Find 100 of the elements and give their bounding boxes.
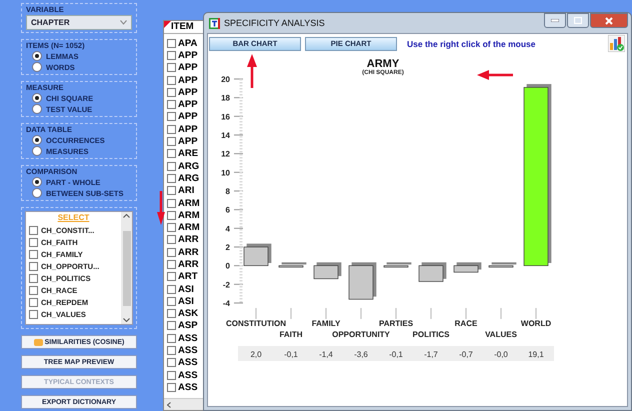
- list-item[interactable]: APP: [178, 111, 198, 122]
- list-item[interactable]: APP: [178, 136, 198, 148]
- radio-button[interactable]: [32, 177, 42, 187]
- radio-button[interactable]: [32, 135, 42, 145]
- checkbox[interactable]: [167, 100, 176, 110]
- value-label: 19,1: [528, 350, 544, 359]
- scroll-thumb[interactable]: [122, 230, 130, 306]
- checkbox[interactable]: [29, 310, 38, 318]
- caret-up-icon: [123, 214, 130, 218]
- value-label: -3,6: [354, 350, 368, 359]
- list-item[interactable]: ASS: [178, 332, 198, 344]
- list-item[interactable]: ASK: [178, 308, 198, 320]
- checkbox[interactable]: [167, 162, 176, 171]
- checkbox[interactable]: [167, 112, 176, 122]
- category-label: POLITICS: [412, 330, 450, 339]
- column-header: ITEM: [171, 21, 194, 32]
- category-label: WORLD: [520, 319, 552, 328]
- checkbox[interactable]: [29, 286, 38, 294]
- list-item[interactable]: ARG: [178, 172, 200, 184]
- list-item[interactable]: ARM: [178, 210, 200, 221]
- checkbox[interactable]: [29, 238, 38, 246]
- checkbox[interactable]: [29, 262, 38, 270]
- list-item[interactable]: ASS: [178, 345, 198, 356]
- list-item[interactable]: APP: [178, 86, 198, 98]
- tick-label: 20: [221, 76, 230, 84]
- checkbox[interactable]: [167, 272, 176, 282]
- list-item[interactable]: ART: [178, 271, 198, 282]
- checkbox[interactable]: [167, 260, 176, 269]
- checkbox[interactable]: [167, 149, 176, 158]
- list-item[interactable]: ARG: [178, 160, 200, 172]
- radio-button[interactable]: [32, 93, 42, 103]
- checkbox[interactable]: [29, 226, 38, 234]
- caret-down-icon: [123, 318, 130, 322]
- checkbox[interactable]: [167, 137, 176, 146]
- glow-icon: [34, 338, 43, 346]
- checkbox[interactable]: [167, 346, 176, 356]
- radio-button[interactable]: [32, 188, 42, 198]
- chart-title: ARMY: [366, 58, 400, 70]
- minimize-icon: [551, 19, 559, 22]
- checkbox[interactable]: [167, 382, 176, 392]
- list-item[interactable]: ARR: [178, 258, 199, 270]
- list-item[interactable]: ARE: [178, 148, 198, 160]
- checkbox[interactable]: [29, 274, 38, 282]
- list-item[interactable]: ASI: [178, 296, 194, 307]
- list-header: SELECT: [58, 213, 90, 223]
- radio-button[interactable]: [32, 146, 42, 156]
- checkbox[interactable]: [167, 124, 176, 134]
- list-item[interactable]: ASS: [178, 370, 198, 381]
- checkbox[interactable]: [167, 358, 176, 368]
- category-label: OPPORTUNITY: [332, 330, 390, 339]
- list-item[interactable]: ASP: [178, 320, 198, 332]
- list-item[interactable]: ASS: [178, 357, 198, 368]
- list-item[interactable]: ASI: [178, 284, 194, 295]
- checkbox[interactable]: [167, 370, 176, 380]
- list-item[interactable]: APP: [178, 99, 198, 110]
- minimize-button[interactable]: [544, 13, 566, 28]
- radio-button[interactable]: [32, 104, 42, 114]
- list-item[interactable]: ASS: [178, 382, 198, 393]
- checkbox[interactable]: [167, 210, 176, 220]
- checkbox[interactable]: [167, 223, 176, 232]
- checkbox[interactable]: [167, 309, 176, 318]
- checkbox[interactable]: [167, 321, 176, 330]
- checkbox[interactable]: [167, 76, 176, 85]
- checkbox[interactable]: [167, 50, 176, 60]
- variable-dropdown[interactable]: CHAPTER: [26, 15, 132, 30]
- list-item[interactable]: APP: [178, 62, 198, 74]
- checkbox[interactable]: [167, 38, 176, 48]
- checkbox[interactable]: [29, 250, 38, 258]
- checkbox[interactable]: [167, 186, 176, 196]
- list-item[interactable]: APP: [178, 50, 198, 61]
- checkbox[interactable]: [167, 63, 176, 72]
- scrollbar[interactable]: [121, 212, 132, 324]
- checkbox[interactable]: [167, 174, 176, 183]
- category-label: FAITH: [279, 330, 303, 339]
- checkbox[interactable]: [167, 198, 176, 208]
- list-item[interactable]: ARI: [178, 185, 194, 196]
- list-item[interactable]: ARR: [178, 246, 199, 258]
- list-item[interactable]: ARR: [178, 234, 199, 246]
- close-button[interactable]: [590, 13, 628, 28]
- caret-left-icon: [167, 402, 171, 408]
- checkbox[interactable]: [167, 296, 176, 306]
- list-item[interactable]: APA: [178, 38, 198, 49]
- tick-label: 18: [221, 94, 230, 103]
- checkbox[interactable]: [167, 88, 176, 97]
- list-item[interactable]: ARM: [178, 222, 200, 234]
- radio-button[interactable]: [32, 51, 42, 61]
- list-item[interactable]: ARM: [178, 198, 200, 208]
- list-item[interactable]: APP: [178, 124, 198, 135]
- radio-button[interactable]: [32, 62, 42, 72]
- value-label: -0,1: [389, 350, 403, 359]
- hint-text: Use the right click of the mouse: [407, 38, 536, 48]
- list-item[interactable]: APP: [178, 74, 198, 86]
- maximize-icon: [574, 17, 582, 24]
- checkbox[interactable]: [167, 248, 176, 257]
- checkbox[interactable]: [167, 284, 176, 294]
- maximize-button[interactable]: [567, 13, 589, 28]
- dropdown-value: CHAPTER: [31, 18, 70, 27]
- checkbox[interactable]: [167, 235, 176, 244]
- checkbox[interactable]: [167, 334, 176, 343]
- checkbox[interactable]: [29, 298, 38, 306]
